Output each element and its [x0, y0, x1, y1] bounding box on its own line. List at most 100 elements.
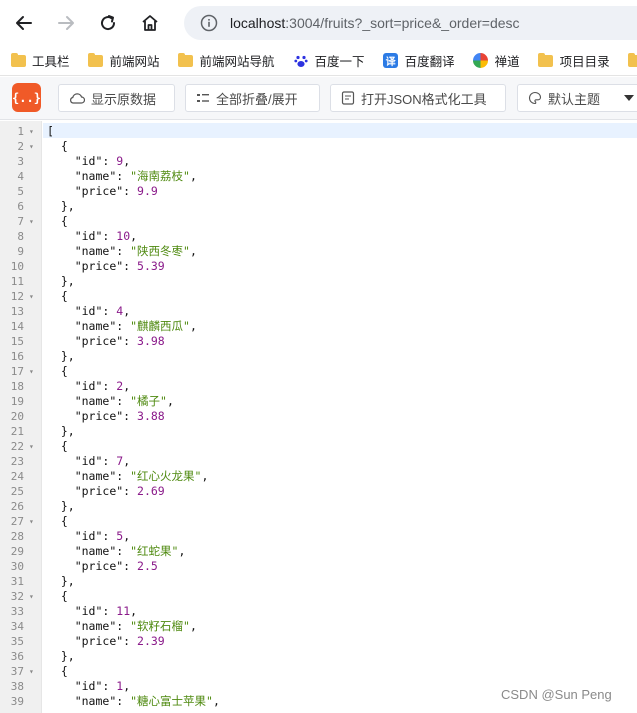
json-property: "name": "陕西冬枣",	[74, 244, 197, 258]
code-line: 30 "price": 2.5	[0, 559, 637, 574]
code-punctuation: {	[47, 364, 68, 378]
bookmark-baidu[interactable]: 百度一下	[293, 51, 365, 70]
json-string-value: "红心火龙果"	[130, 469, 202, 483]
code-line: 29 "name": "红蛇果",	[0, 544, 637, 559]
json-property: "id": 11,	[74, 604, 138, 618]
code-line: 10 "price": 5.39	[0, 259, 637, 274]
zentao-icon	[473, 53, 489, 68]
bookmark-baidu-translate[interactable]: 译百度翻译	[383, 51, 455, 70]
json-property: "name": "海南荔枝",	[74, 169, 197, 183]
code-line: 3 "id": 9,	[0, 154, 637, 169]
line-number: 24	[10, 470, 24, 483]
code-punctuation: },	[47, 199, 75, 213]
open-formatter-button[interactable]: 打开JSON格式化工具	[330, 84, 506, 112]
json-number-value: 5.39	[137, 259, 165, 273]
json-key: "price"	[74, 634, 124, 648]
bookmark-project-dir[interactable]: 项目目录	[538, 51, 610, 70]
line-number: 35	[10, 635, 24, 648]
json-property: "id": 1,	[74, 679, 131, 693]
url-path: :3004/fruits?_sort=price&_order=desc	[285, 15, 520, 31]
code-punctuation: },	[47, 424, 75, 438]
back-arrow-icon[interactable]	[8, 7, 40, 39]
baidu-translate-icon: 译	[383, 53, 399, 68]
line-number: 28	[10, 530, 24, 543]
reload-icon[interactable]	[92, 7, 124, 39]
code-line: 22 ▾ {	[0, 439, 637, 454]
line-number: 2	[17, 140, 24, 153]
line-number: 12	[10, 290, 24, 303]
fold-toggle-icon[interactable]: ▾	[29, 214, 37, 229]
json-number-value: 9	[116, 154, 124, 168]
bookmark-zentao[interactable]: 禅道	[473, 51, 520, 70]
fold-toggle-icon[interactable]: ▾	[29, 139, 37, 154]
info-icon[interactable]	[200, 14, 218, 32]
forward-arrow-icon[interactable]	[50, 7, 82, 39]
json-property: "id": 9,	[74, 154, 131, 168]
code-line: 35 "price": 2.39	[0, 634, 637, 649]
bookmark-frontend-sites[interactable]: 前端网站	[88, 51, 160, 70]
line-number: 18	[10, 380, 24, 393]
code-line: 37 ▾ {	[0, 664, 637, 679]
code-punctuation: },	[47, 349, 75, 363]
code-line: 13 "id": 4,	[0, 304, 637, 319]
code-line: 20 "price": 3.88	[0, 409, 637, 424]
folder-icon	[10, 52, 26, 68]
json-key: "id"	[74, 304, 103, 318]
line-number: 38	[10, 680, 24, 693]
fold-toggle-icon[interactable]: ▾	[29, 514, 37, 529]
json-string-value: "糖心富士苹果"	[130, 694, 213, 708]
bookmark-more-folder[interactable]	[628, 52, 637, 68]
json-number-value: 2.5	[137, 559, 158, 573]
line-number: 27	[10, 515, 24, 528]
code-line: 15 "price": 3.98	[0, 334, 637, 349]
line-number: 17	[10, 365, 24, 378]
json-viewer-logo: {..}	[12, 83, 41, 112]
code-line: 2 ▾ {	[0, 139, 637, 154]
folder-icon	[628, 52, 637, 68]
chevron-down-icon	[624, 95, 634, 101]
json-property: "name": "糖心富士苹果",	[74, 694, 220, 708]
theme-select[interactable]: 默认主题	[517, 84, 637, 112]
show-raw-button[interactable]: 显示原数据	[58, 84, 175, 112]
fold-icon	[196, 92, 210, 104]
bookmark-label: 百度翻译	[404, 55, 455, 69]
fold-toggle-icon[interactable]: ▾	[29, 589, 37, 604]
code-line: 1 ▾ [	[0, 124, 637, 139]
line-number: 11	[10, 275, 24, 288]
line-number: 32	[10, 590, 24, 603]
fold-toggle-icon[interactable]: ▾	[29, 364, 37, 379]
fold-toggle-icon[interactable]: ▾	[29, 664, 37, 679]
code-punctuation: {	[47, 514, 68, 528]
json-number-value: 9.9	[137, 184, 158, 198]
bookmark-label: 项目目录	[559, 55, 610, 69]
json-key: "id"	[74, 229, 103, 243]
bookmark-label: 禅道	[494, 55, 520, 69]
json-number-value: 2	[116, 379, 124, 393]
json-key: "id"	[74, 154, 103, 168]
address-bar[interactable]: localhost:3004/fruits?_sort=price&_order…	[184, 6, 637, 40]
line-number: 33	[10, 605, 24, 618]
home-icon[interactable]	[134, 7, 166, 39]
json-number-value: 10	[116, 229, 131, 243]
bookmark-toolbar[interactable]: 工具栏	[10, 51, 70, 70]
fold-toggle-icon[interactable]: ▾	[29, 439, 37, 454]
code-line: 11 },	[0, 274, 637, 289]
json-property: "price": 2.39	[74, 634, 165, 648]
bookmark-frontend-nav[interactable]: 前端网站导航	[178, 51, 275, 70]
line-number: 7	[17, 215, 24, 228]
bookmark-label: 工具栏	[32, 55, 70, 69]
json-string-value: "橘子"	[130, 394, 167, 408]
json-code-view[interactable]: 1 ▾[2 ▾ {3 "id": 9, 4 "name": "海南荔枝", 5 "pri…	[0, 121, 637, 713]
code-line: 17 ▾ {	[0, 364, 637, 379]
palette-icon	[528, 91, 542, 105]
fold-toggle-icon[interactable]: ▾	[29, 289, 37, 304]
line-number: 30	[10, 560, 24, 573]
code-line: 28 "id": 5,	[0, 529, 637, 544]
code-punctuation: },	[47, 649, 75, 663]
fold-toggle-icon[interactable]: ▾	[29, 124, 37, 139]
json-property: "name": "软籽石榴",	[74, 619, 197, 633]
json-key: "price"	[74, 409, 124, 423]
fold-all-button[interactable]: 全部折叠/展开	[185, 84, 320, 112]
code-line: 19 "name": "橘子",	[0, 394, 637, 409]
json-file-icon	[341, 91, 355, 105]
